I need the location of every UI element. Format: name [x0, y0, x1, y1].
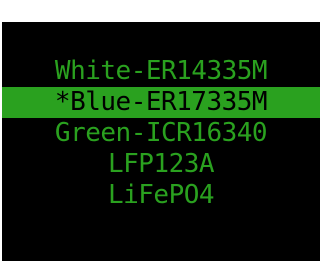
device-frame: White-ER14335M *Blue-ER17335M Green-ICR1…	[0, 0, 322, 261]
menu-item-blue-er17335m[interactable]: *Blue-ER17335M	[2, 87, 320, 118]
menu-item-lifepo4[interactable]: LiFePO4	[2, 180, 320, 211]
menu-item-lfp123a[interactable]: LFP123A	[2, 149, 320, 180]
display-screen: White-ER14335M *Blue-ER17335M Green-ICR1…	[2, 22, 320, 261]
battery-type-menu: White-ER14335M *Blue-ER17335M Green-ICR1…	[2, 56, 320, 211]
menu-item-green-icr16340[interactable]: Green-ICR16340	[2, 118, 320, 149]
menu-item-white-er14335m[interactable]: White-ER14335M	[2, 56, 320, 87]
